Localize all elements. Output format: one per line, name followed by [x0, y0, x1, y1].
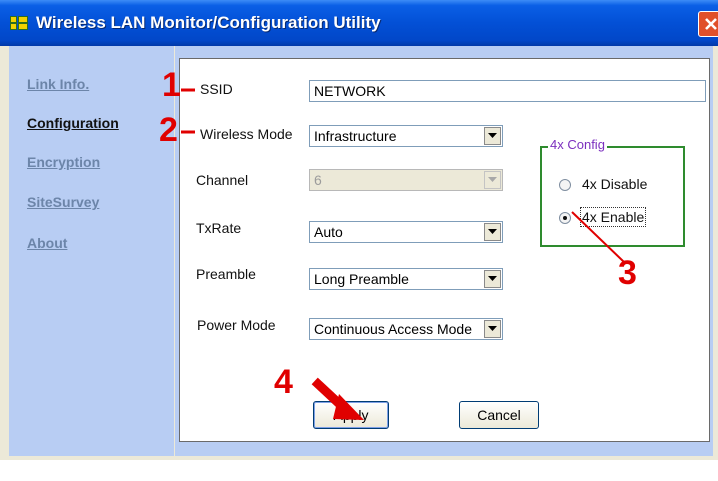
page-bottom [0, 460, 718, 481]
marker-3-pointer [571, 211, 625, 263]
marker-3: 3 [618, 254, 637, 292]
marker-1: 1 [162, 66, 181, 104]
annotation-overlay [181, 88, 625, 420]
marker-4: 4 [274, 363, 293, 401]
marker-2: 2 [159, 111, 178, 149]
app-window: Wireless LAN Monitor/Configuration Utili… [0, 0, 718, 460]
arrow-icon [311, 377, 364, 420]
